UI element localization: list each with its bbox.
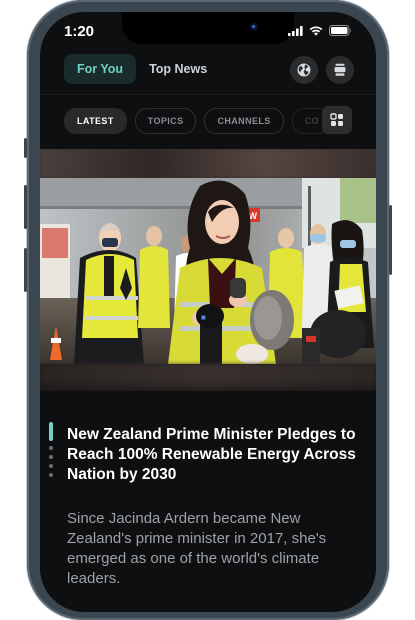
grid-icon <box>330 113 343 126</box>
phone-volume-up <box>24 185 27 229</box>
article-image[interactable]: NEW <box>40 149 376 391</box>
phone-volume-down <box>24 248 27 292</box>
front-camera <box>250 23 258 31</box>
category-chips: LATEST TOPICS CHANNELS CO <box>64 108 330 134</box>
news-photo: NEW <box>40 178 376 364</box>
header-divider <box>40 94 376 95</box>
status-icons <box>288 25 352 36</box>
chip-channels[interactable]: CHANNELS <box>204 108 284 134</box>
chip-latest[interactable]: LATEST <box>64 108 127 134</box>
phone-mute-switch <box>24 138 27 158</box>
pager-dot <box>49 455 53 459</box>
image-blur-top <box>40 149 376 178</box>
cards-icon <box>334 63 346 76</box>
pager-dot <box>49 473 53 477</box>
article-headline[interactable]: New Zealand Prime Minister Pledges to Re… <box>67 425 357 485</box>
app-screen: 1:20 For You Top News LATEST TOPICS CHAN… <box>40 12 376 612</box>
pager-dot <box>49 446 53 450</box>
notch <box>122 12 294 44</box>
image-fade <box>40 378 376 408</box>
pager-dot <box>49 464 53 468</box>
pager-active-indicator <box>49 422 53 441</box>
status-time: 1:20 <box>64 23 95 40</box>
story-pager <box>49 422 53 477</box>
phone-power-button <box>389 205 392 275</box>
battery-icon <box>329 25 351 36</box>
feed-tabs: For You Top News <box>64 54 220 84</box>
tab-top-news[interactable]: Top News <box>136 54 220 84</box>
cards-button[interactable] <box>326 56 354 84</box>
svg-text:■: ■ <box>201 313 206 322</box>
globe-button[interactable] <box>290 56 318 84</box>
chip-topics[interactable]: TOPICS <box>134 108 197 134</box>
article-summary: Since Jacinda Ardern became New Zealand'… <box>67 510 327 587</box>
tab-for-you[interactable]: For You <box>64 54 137 84</box>
signal-icon <box>288 25 303 36</box>
wifi-icon <box>309 25 323 36</box>
view-toggle-button[interactable] <box>322 106 352 134</box>
globe-icon <box>297 63 311 77</box>
